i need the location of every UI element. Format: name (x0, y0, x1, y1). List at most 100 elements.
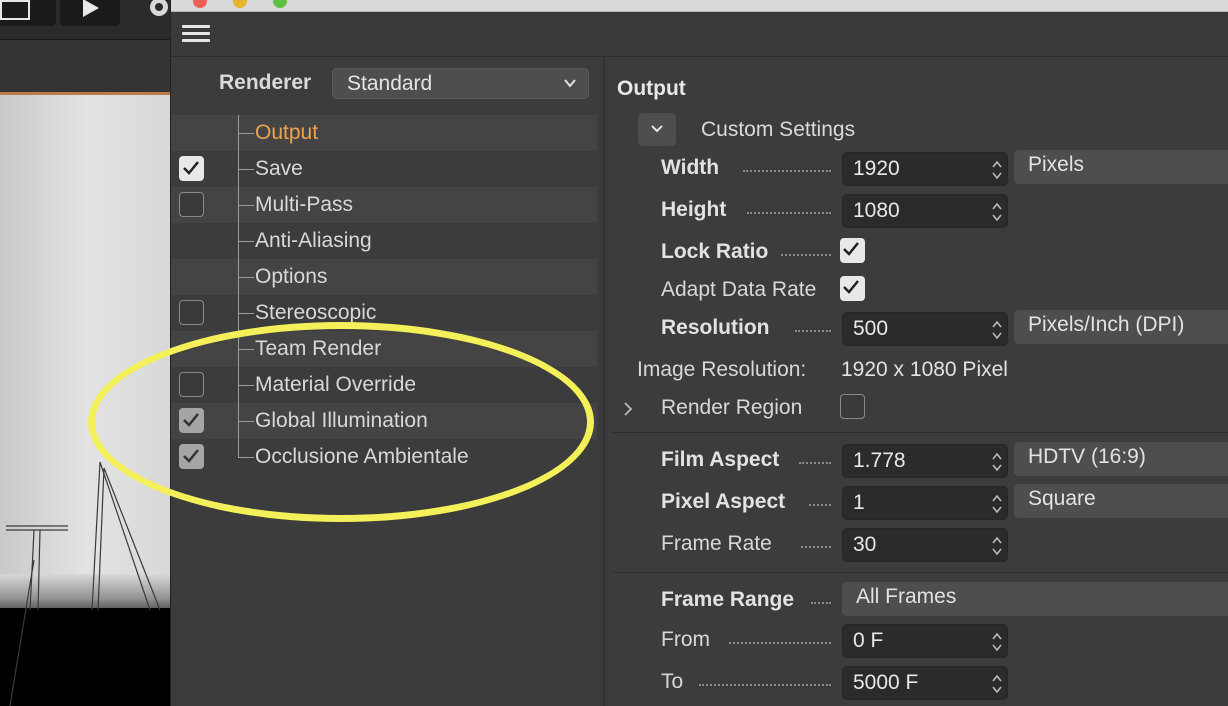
multi-pass-checkbox[interactable] (179, 192, 204, 217)
tree-item-label: Save (255, 157, 303, 180)
leader-dots (811, 602, 831, 604)
tree-item-team-render[interactable]: Team Render (171, 331, 597, 367)
stepper-icon[interactable] (991, 672, 1003, 696)
render-region-checkbox[interactable] (840, 394, 865, 419)
pixel-aspect-input[interactable]: 1 (842, 486, 1008, 520)
leader-dots (747, 212, 831, 214)
frame-rate-label: Frame Rate (661, 532, 772, 555)
tree-item-label: Output (255, 121, 319, 144)
leader-dots (795, 330, 831, 332)
preset-dropdown-button[interactable] (638, 113, 676, 146)
background-subbar (0, 40, 175, 92)
leader-dots (809, 504, 831, 506)
stepper-icon[interactable] (991, 450, 1003, 474)
image-resolution-label: Image Resolution: (637, 358, 807, 381)
material-override-checkbox[interactable] (179, 372, 204, 397)
tree-item-stereoscopic[interactable]: Stereoscopic (171, 295, 597, 331)
width-unit-dropdown[interactable]: Pixels (1014, 150, 1228, 184)
output-settings-pane: Output Custom Settings Width 1920 Pixels… (605, 57, 1228, 706)
renderer-dropdown[interactable]: Standard (332, 68, 589, 99)
close-window-button[interactable] (193, 0, 207, 8)
play-icon (83, 0, 99, 17)
occlusione-ambientale-checkbox[interactable] (179, 444, 204, 469)
gear-icon[interactable] (146, 0, 172, 20)
leader-dots (743, 170, 831, 172)
background-toolbar (0, 0, 175, 40)
leader-dots (801, 546, 831, 548)
pixel-aspect-row: Pixel Aspect 1 Square (605, 484, 1228, 522)
resolution-label: Resolution (661, 316, 770, 339)
tree-item-options[interactable]: Options (171, 259, 597, 295)
checkmark-icon (183, 161, 199, 175)
frame-range-dropdown[interactable]: All Frames (842, 582, 1228, 616)
film-aspect-input[interactable]: 1.778 (842, 444, 1008, 478)
leader-dots (781, 254, 831, 256)
render-region-label: Render Region (661, 396, 803, 419)
tree-item-save[interactable]: Save (171, 151, 597, 187)
chevron-right-icon[interactable] (621, 400, 635, 418)
to-label: To (661, 670, 684, 693)
frame-rate-input[interactable]: 30 (842, 528, 1008, 562)
to-input[interactable]: 5000 F (842, 666, 1008, 700)
pixel-aspect-label: Pixel Aspect (661, 490, 786, 513)
adapt-data-rate-label: Adapt Data Rate (661, 278, 817, 301)
width-row: Width 1920 Pixels (605, 150, 1228, 188)
play-button[interactable] (60, 0, 120, 26)
tree-item-label: Global Illumination (255, 409, 428, 432)
lock-ratio-checkbox[interactable] (840, 238, 865, 263)
tree-item-label: Material Override (255, 373, 417, 396)
tree-item-material-override[interactable]: Material Override (171, 367, 597, 403)
resolution-input[interactable]: 500 (842, 312, 1008, 346)
tree-item-label: Anti-Aliasing (255, 229, 372, 252)
zoom-window-button[interactable] (273, 0, 287, 8)
checkmark-icon (843, 280, 859, 294)
tree-item-multi-pass[interactable]: Multi-Pass (171, 187, 597, 223)
frame-range-row: Frame Range All Frames (605, 582, 1228, 620)
checkmark-icon (183, 449, 199, 463)
stepper-icon[interactable] (991, 200, 1003, 224)
tree-item-output[interactable]: Output (171, 115, 597, 151)
separator (613, 432, 1228, 433)
from-label: From (661, 628, 710, 651)
pixel-aspect-preset-dropdown[interactable]: Square (1014, 484, 1228, 518)
tree-item-anti-aliasing[interactable]: Anti-Aliasing (171, 223, 597, 259)
adapt-data-rate-row: Adapt Data Rate (605, 274, 1228, 310)
tree-item-occlusione-ambientale[interactable]: Occlusione Ambientale (171, 439, 597, 475)
tree-item-label: Stereoscopic (255, 301, 377, 324)
adapt-data-rate-checkbox[interactable] (840, 276, 865, 301)
settings-tree: Output Save Multi-Pass Anti-Aliasing Opt… (171, 115, 597, 475)
stepper-icon[interactable] (991, 158, 1003, 182)
stop-icon (0, 0, 30, 20)
background-app (0, 0, 175, 706)
resolution-unit-dropdown[interactable]: Pixels/Inch (DPI) (1014, 310, 1228, 344)
global-illumination-checkbox[interactable] (179, 408, 204, 433)
pixel-aspect-value: 1 (853, 491, 865, 514)
preset-label: Custom Settings (701, 118, 856, 141)
height-input[interactable]: 1080 (842, 194, 1008, 228)
hamburger-icon[interactable] (182, 23, 212, 45)
film-aspect-value: 1.778 (853, 449, 906, 472)
from-input[interactable]: 0 F (842, 624, 1008, 658)
tree-item-global-illumination[interactable]: Global Illumination (171, 403, 597, 439)
chevron-down-icon (564, 79, 576, 88)
stepper-icon[interactable] (991, 630, 1003, 654)
stepper-icon[interactable] (991, 534, 1003, 558)
stepper-icon[interactable] (991, 492, 1003, 516)
width-label: Width (661, 156, 720, 179)
stereoscopic-checkbox[interactable] (179, 300, 204, 325)
save-checkbox[interactable] (179, 156, 204, 181)
image-resolution-value: 1920 x 1080 Pixel (841, 358, 1008, 381)
chevron-down-icon (651, 125, 663, 133)
from-value: 0 F (853, 629, 884, 652)
settings-tree-pane: Renderer Standard Output Save Multi-Pass (171, 57, 603, 706)
film-aspect-row: Film Aspect 1.778 HDTV (16:9) (605, 442, 1228, 480)
width-input[interactable]: 1920 (842, 152, 1008, 186)
film-aspect-preset-dropdown[interactable]: HDTV (16:9) (1014, 442, 1228, 476)
stop-button[interactable] (0, 0, 56, 26)
to-row: To 5000 F (605, 666, 1228, 702)
frame-rate-value: 30 (853, 533, 877, 556)
minimize-window-button[interactable] (233, 0, 247, 8)
checkmark-icon (183, 413, 199, 427)
stepper-icon[interactable] (991, 318, 1003, 342)
tree-item-label: Options (255, 265, 328, 288)
